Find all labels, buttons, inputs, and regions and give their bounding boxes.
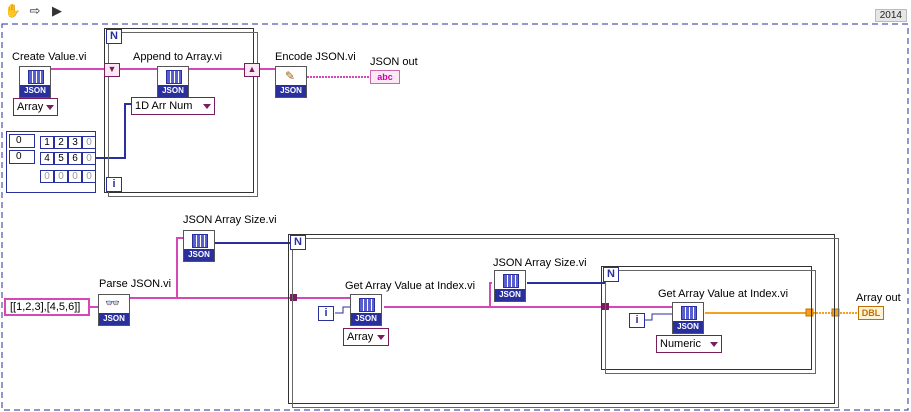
outer-loop-count-terminal[interactable]: N [290,235,306,250]
array-cell[interactable]: 1 [40,136,54,149]
array-cell[interactable]: 0 [82,170,96,183]
chevron-down-icon [46,105,54,110]
array-cell[interactable]: 0 [68,170,82,183]
json-string-constant[interactable]: [[1,2,3],[4,5,6]] [4,298,90,316]
inner-loop-count-terminal[interactable]: N [603,267,619,282]
shift-register-left[interactable]: ▼ [104,63,120,77]
array-out-indicator[interactable]: DBL [858,306,884,320]
get-array-value-vi[interactable]: JSON [350,294,382,326]
array-cell[interactable]: 6 [68,152,82,165]
numeric-ring[interactable]: Numeric [656,335,722,353]
create-value-vi[interactable]: JSON [19,66,51,98]
glasses-icon: 👓 [105,296,120,310]
json-array-size-vi-2[interactable]: JSON [494,270,526,302]
array-out-label: Array out [856,292,901,304]
json-grid-icon [166,70,182,84]
chevron-down-icon [377,335,385,340]
loop-iteration-terminal[interactable]: i [106,177,122,192]
create-value-label: Create Value.vi [12,51,87,63]
index-display-0[interactable]: 0 [9,134,35,148]
index-display-1[interactable]: 0 [9,150,35,164]
outer-loop-iteration-terminal[interactable]: i [318,306,334,321]
get-array-value-label: Get Array Value at Index.vi [345,280,476,292]
array-cell[interactable]: 4 [40,152,54,165]
json-out-label: JSON out [370,56,418,68]
array-type-ring[interactable]: Array [13,98,58,116]
parse-json-label: Parse JSON.vi [99,278,172,290]
array-cell[interactable]: 0 [82,136,96,149]
json-grid-icon [359,298,375,312]
json-grid-icon [503,274,519,288]
chevron-down-icon [203,104,211,109]
json-array-size-vi[interactable]: JSON [183,230,215,262]
json-grid-icon [192,234,208,248]
loop-count-terminal[interactable]: N [106,29,122,44]
array-constant[interactable]: 0 0 1 2 3 0 4 5 6 0 0 0 0 0 [6,131,96,193]
json-grid-icon [28,70,44,84]
json-out-indicator[interactable]: abc [370,70,400,84]
json-array-size-label: JSON Array Size.vi [183,214,277,226]
json-grid-icon [681,306,697,320]
array-cell[interactable]: 2 [54,136,68,149]
array-cell[interactable]: 5 [54,152,68,165]
get-array-value-label-2: Get Array Value at Index.vi [658,288,789,300]
array-cell[interactable]: 0 [54,170,68,183]
array-type-ring-2[interactable]: Array [343,328,389,346]
json-array-size-label-2: JSON Array Size.vi [493,257,587,269]
parse-json-vi[interactable]: 👓 JSON [98,294,130,326]
array-cell[interactable]: 0 [40,170,54,183]
inner-loop-iteration-terminal[interactable]: i [629,313,645,328]
chevron-down-icon [710,342,718,347]
get-array-value-vi-2[interactable]: JSON [672,302,704,334]
pencil-icon: ✎ [285,69,296,83]
encode-json-vi[interactable]: ✎ JSON [275,66,307,98]
shift-register-right[interactable]: ▲ [244,63,260,77]
array-cell[interactable]: 0 [82,152,96,165]
encode-json-label: Encode JSON.vi [275,51,356,63]
append-to-array-vi[interactable]: JSON [157,66,189,98]
array-cell[interactable]: 3 [68,136,82,149]
arr-num-ring[interactable]: 1D Arr Num [131,97,215,115]
append-to-array-label: Append to Array.vi [133,51,223,63]
